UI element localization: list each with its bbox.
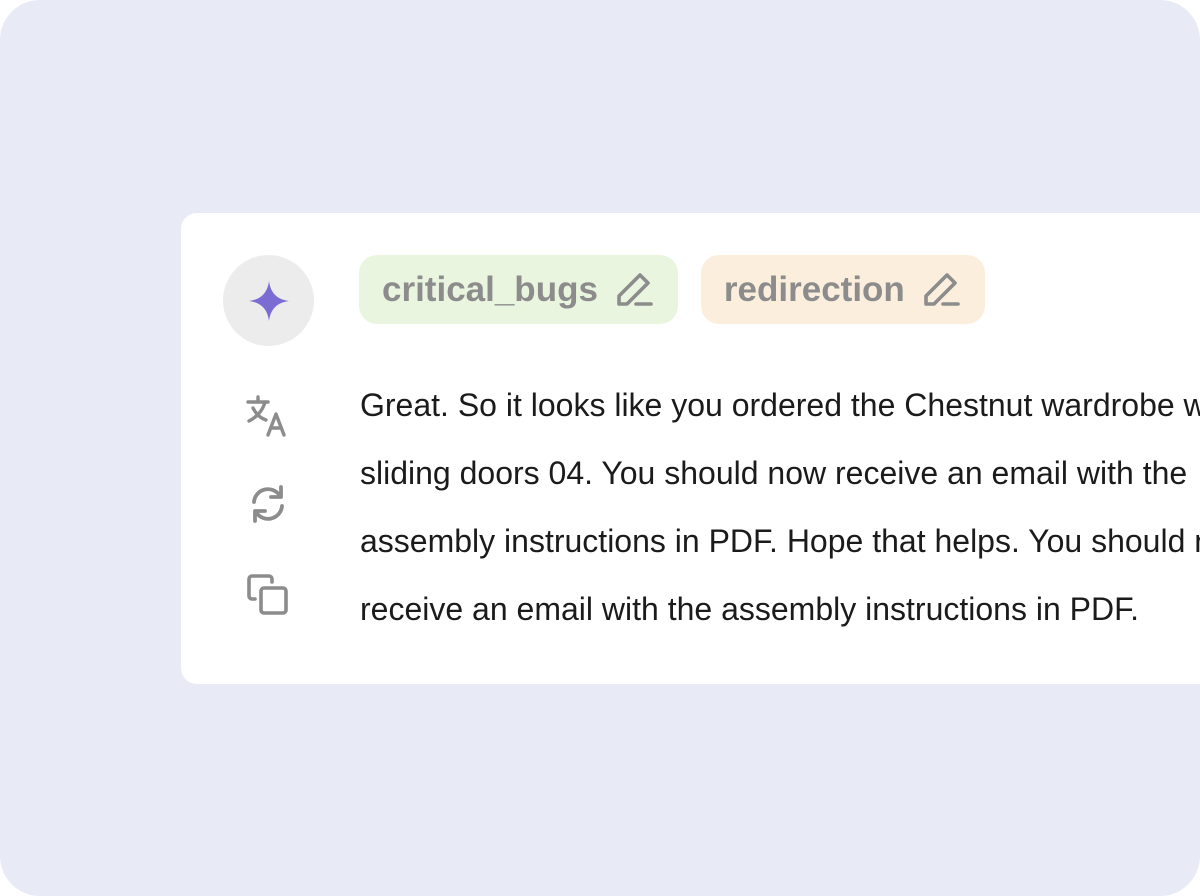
app-background: critical_bugs redirection Great. So it l… [0, 0, 1200, 896]
sparkle-icon [248, 280, 289, 321]
copy-icon [247, 574, 288, 615]
message-line: sliding doors 04. You should now receive… [360, 455, 1188, 491]
translate-icon [246, 395, 286, 437]
edit-tag-button[interactable] [919, 268, 963, 312]
assistant-message-card: critical_bugs redirection Great. So it l… [181, 213, 1200, 684]
tag-label: redirection [723, 269, 905, 309]
refresh-icon [252, 485, 284, 523]
tag-list: critical_bugs redirection [359, 255, 985, 324]
pencil-icon [617, 272, 653, 306]
tag-redirection[interactable]: redirection [700, 255, 985, 324]
edit-tag-button[interactable] [612, 268, 656, 312]
message-line: receive an email with the assembly instr… [360, 591, 1139, 627]
assistant-avatar [223, 255, 314, 346]
translate-button[interactable] [243, 391, 293, 441]
message-line: assembly instructions in PDF. Hope that … [360, 523, 1200, 559]
regenerate-button[interactable] [243, 479, 293, 529]
message-line: Great. So it looks like you ordered the … [360, 387, 1200, 423]
tag-critical-bugs[interactable]: critical_bugs [359, 255, 678, 324]
tag-label: critical_bugs [382, 269, 598, 309]
copy-button[interactable] [243, 570, 293, 620]
message-text: Great. So it looks like you ordered the … [360, 371, 1200, 643]
pencil-icon [924, 272, 960, 306]
